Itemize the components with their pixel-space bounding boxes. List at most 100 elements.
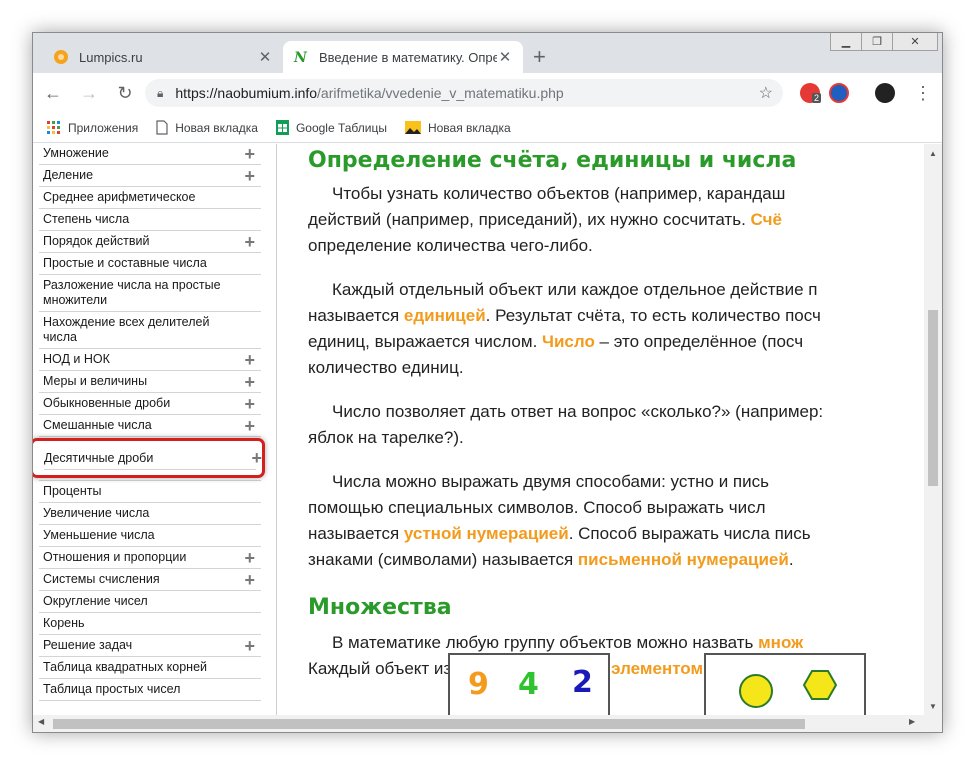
sidebar-item[interactable]: Степень числа [39,209,261,231]
expand-plus-icon[interactable]: + [244,417,255,435]
page-content: Умножение + Деление + Среднее арифметическое… [33,144,942,715]
menu-item-label: Среднее арифметическое [43,190,196,204]
expand-plus-icon[interactable]: + [244,395,255,413]
profile-avatar[interactable] [875,83,895,103]
expand-plus-icon[interactable]: + [244,637,255,655]
menu-item-label: Порядок действий [43,234,150,248]
sidebar-item[interactable]: Таблица простых чисел [39,679,261,701]
sidebar-item[interactable]: Уменьшение числа [39,525,261,547]
sidebar-item[interactable]: Умножение + [39,144,261,165]
menu-item-label: Разложение числа на простые множители [43,278,221,307]
menu-item-label: Проценты [43,484,102,498]
bookmark-new-tab-2[interactable]: Новая вкладка [404,121,511,135]
naobumium-n-icon: N [293,50,308,65]
sidebar-item[interactable]: Решение задач + [39,635,261,657]
url-path: /arifmetika/vvedenie_v_matematiku.php [317,85,564,101]
lock-icon[interactable]: 🔒︎ [157,86,163,101]
bookmark-apps[interactable]: Приложения [47,120,139,135]
sidebar-item[interactable]: Проценты [39,481,261,503]
window-controls: ▁ ❐ ✕ [830,33,938,51]
address-bar[interactable]: 🔒︎ https://naobumium.info/arifmetika/vve… [145,79,783,107]
term-edinitsa: единицей [403,306,486,325]
tab-close-icon[interactable]: ✕ [257,48,273,66]
globe-extension-icon[interactable] [829,83,849,103]
tab-close-icon[interactable]: ✕ [497,48,513,66]
sidebar-item[interactable]: Деление + [39,165,261,187]
expand-plus-icon[interactable]: + [244,233,255,251]
tab-naobumium[interactable]: N Введение в математику. Опред ✕ [283,41,523,73]
bookmark-star-icon[interactable]: ☆ [759,83,773,103]
digits-set-image: 9 4 2 [448,653,610,715]
menu-kebab-icon[interactable]: ⋮ [907,77,939,109]
expand-plus-icon[interactable]: + [244,571,255,589]
new-tab-button[interactable]: + [533,46,546,68]
sidebar-item[interactable]: Отношения и пропорции + [39,547,261,569]
menu-item-label: Деление [43,168,94,182]
svg-text:N: N [293,50,308,65]
menu-item-label: Уменьшение числа [43,528,155,542]
vertical-scroll-thumb[interactable] [928,310,938,486]
sidebar-item[interactable]: Увеличение числа [39,503,261,525]
sidebar-item[interactable]: Смешанные числа + [39,415,261,437]
paragraph-1: Чтобы узнать количество объектов (наприм… [308,181,924,259]
expand-plus-icon[interactable]: + [251,448,262,469]
sheets-icon [275,120,289,135]
vertical-scrollbar[interactable]: ▲ ▼ [924,144,942,715]
scroll-left-icon[interactable]: ◀ [38,717,44,726]
sidebar-item[interactable]: Нахождение всех делителей числа [39,312,261,349]
sidebar-item[interactable]: НОД и НОК + [39,349,261,371]
paragraph-3: Число позволяет дать ответ на вопрос «ск… [308,399,924,451]
expand-plus-icon[interactable]: + [244,145,255,163]
lumpics-orange-icon [54,50,68,64]
opera-extension-icon[interactable]: 2 [800,83,822,103]
sidebar-item[interactable]: Среднее арифметическое [39,187,261,209]
menu-item-label: Увеличение числа [43,506,150,520]
bookmark-new-tab[interactable]: Новая вкладка [156,120,258,135]
horizontal-scroll-thumb[interactable] [53,719,805,729]
sidebar-item[interactable]: Обыкновенные дроби + [39,393,261,415]
expand-plus-icon[interactable]: + [244,167,255,185]
url-host: https://naobumium.info [175,85,318,101]
sidebar-item[interactable]: Порядок действий + [39,231,261,253]
horizontal-scrollbar[interactable]: ◀ ▶ [33,715,942,732]
sidebar-item[interactable]: Простые и составные числа [39,253,261,275]
minimize-icon[interactable]: ▁ [830,33,862,51]
sidebar-item[interactable]: Корень [39,613,261,635]
tab-title: Lumpics.ru [79,49,143,65]
menu-item-label: Округление чисел [43,594,148,608]
menu-item-label: Корень [43,616,85,630]
term-chislo: Число [542,332,595,351]
menu-item-label: Степень числа [43,212,130,226]
menu-item-label: Смешанные числа [43,418,152,432]
yellow-hexagon-shape [802,670,838,700]
bookmark-label: Приложения [68,120,139,135]
sidebar-item[interactable]: Таблица квадратных корней [39,657,261,679]
p4-line3a: называется [308,524,404,543]
digit-9: 9 [468,667,489,702]
back-arrow-icon[interactable]: ← [37,77,69,109]
sidebar-item[interactable]: Системы счисления + [39,569,261,591]
bookmark-label: Google Таблицы [295,120,387,135]
expand-plus-icon[interactable]: + [244,351,255,369]
expand-plus-icon[interactable]: + [244,373,255,391]
sidebar-item[interactable]: Разложение числа на простые множители [39,275,261,312]
highlighted-menu-item-decimals[interactable]: Десятичные дроби + [33,438,265,478]
sidebar-item[interactable]: Меры и величины + [39,371,261,393]
forward-arrow-icon[interactable]: → [73,77,105,109]
tab-lumpics[interactable]: Lumpics.ru ✕ [43,41,283,73]
scroll-up-icon[interactable]: ▲ [924,144,942,162]
scroll-right-icon[interactable]: ▶ [909,717,915,726]
p4-line2: помощью специальных символов. Способ выр… [308,498,766,517]
scroll-down-icon[interactable]: ▼ [924,697,942,715]
term-mnozh: множ [758,633,804,652]
p4-line4a: знаками (символами) называется [308,550,578,569]
digit-4: 4 [518,667,539,702]
restore-icon[interactable]: ❐ [861,33,893,51]
window-close-icon[interactable]: ✕ [892,33,938,51]
expand-plus-icon[interactable]: + [244,549,255,567]
shapes-set-image [704,653,866,715]
tab-strip: Lumpics.ru ✕ N Введение в математику. Оп… [33,33,942,73]
reload-icon[interactable]: ↻ [109,77,141,109]
sidebar-item[interactable]: Округление чисел [39,591,261,613]
bookmark-google-sheets[interactable]: Google Таблицы [275,120,387,135]
